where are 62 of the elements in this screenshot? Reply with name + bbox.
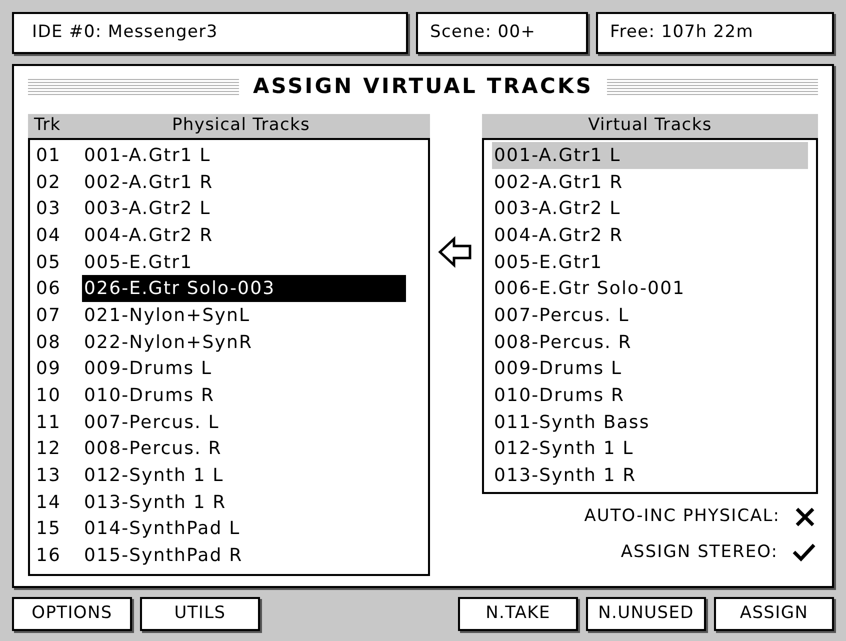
track-name[interactable]: 002-A.Gtr1 R <box>82 168 216 196</box>
track-name[interactable]: 005-E.Gtr1 <box>82 248 195 276</box>
track-number: 09 <box>35 357 62 382</box>
track-name[interactable]: 022-Nylon+SynR <box>82 328 255 356</box>
track-name[interactable]: 015-SynthPad R <box>82 542 245 570</box>
track-number: 14 <box>35 490 62 515</box>
track-name[interactable]: 014-SynthPad L <box>82 515 242 542</box>
track-number: 04 <box>35 224 62 248</box>
option-label: AUTO-INC PHYSICAL: <box>584 505 780 528</box>
toolbar-button[interactable]: ASSIGN <box>714 597 834 631</box>
toolbar-button[interactable]: N.UNUSED <box>586 597 706 631</box>
screen-title: ASSIGN VIRTUAL TRACKS <box>252 73 594 100</box>
option-label: ASSIGN STEREO: <box>620 540 778 564</box>
track-number: 10 <box>35 384 62 408</box>
track-name[interactable]: 009-Drums L <box>492 356 808 382</box>
column-heading: Physical Tracks <box>171 114 310 138</box>
track-name[interactable]: 008-Percus. R <box>492 328 808 356</box>
track-number: 01 <box>35 144 62 168</box>
left-arrow-icon[interactable] <box>438 236 474 268</box>
free-time-display: Free: 107h 22m <box>596 12 834 54</box>
track-name[interactable]: 003-A.Gtr2 L <box>492 195 808 222</box>
track-number: 03 <box>35 197 62 222</box>
track-name[interactable]: 010-Drums R <box>82 382 217 410</box>
track-name[interactable]: 013-Synth 1 R <box>82 488 228 516</box>
track-name[interactable]: 026-E.Gtr Solo-003 <box>82 275 406 302</box>
track-name[interactable]: 004-A.Gtr2 R <box>492 222 808 249</box>
scene-display: Scene: 00+ <box>416 12 588 54</box>
track-name[interactable]: 011-Synth Bass <box>492 408 808 436</box>
track-name[interactable]: 021-Nylon+SynL <box>82 302 252 329</box>
track-name[interactable]: 004-A.Gtr2 R <box>82 222 216 249</box>
track-name[interactable]: 013-Synth 1 R <box>492 462 808 489</box>
track-number: 05 <box>35 250 62 275</box>
toolbar-button[interactable]: OPTIONS <box>12 597 132 631</box>
track-number: 07 <box>35 304 62 328</box>
track-number: 02 <box>35 170 62 195</box>
track-name[interactable]: 008-Percus. R <box>82 435 224 462</box>
track-name[interactable]: 007-Percus. L <box>492 302 808 329</box>
track-name[interactable]: 002-A.Gtr1 R <box>492 168 808 196</box>
track-number: 06 <box>35 277 62 302</box>
track-name[interactable]: 001-A.Gtr1 L <box>492 142 808 169</box>
track-name[interactable]: 012-Synth 1 L <box>82 462 226 490</box>
track-name[interactable]: 006-E.Gtr Solo-001 <box>492 275 808 302</box>
track-number: 11 <box>35 410 62 435</box>
cross-icon[interactable] <box>794 506 816 527</box>
track-number: 16 <box>35 544 62 568</box>
track-number: 13 <box>35 464 62 488</box>
track-name[interactable]: 010-Drums R <box>492 382 808 409</box>
track-number: 15 <box>35 517 62 542</box>
column-heading: Trk <box>34 114 62 138</box>
track-name[interactable]: 003-A.Gtr2 L <box>82 195 213 222</box>
list-header: Virtual Tracks <box>482 114 818 138</box>
track-name[interactable]: 007-Percus. L <box>82 408 222 436</box>
track-name[interactable]: 005-E.Gtr1 <box>492 248 808 276</box>
project-name: IDE #0: Messenger3 <box>12 12 408 54</box>
track-name[interactable]: 009-Drums L <box>82 355 214 382</box>
checkmark-icon[interactable] <box>792 542 816 562</box>
track-number: 08 <box>35 330 62 355</box>
track-name[interactable]: 012-Synth 1 L <box>492 436 808 462</box>
track-name[interactable]: 001-A.Gtr1 L <box>82 142 213 169</box>
toolbar-button[interactable]: N.TAKE <box>458 597 578 631</box>
toolbar-button[interactable]: UTILS <box>140 597 260 631</box>
track-number: 12 <box>35 437 62 462</box>
